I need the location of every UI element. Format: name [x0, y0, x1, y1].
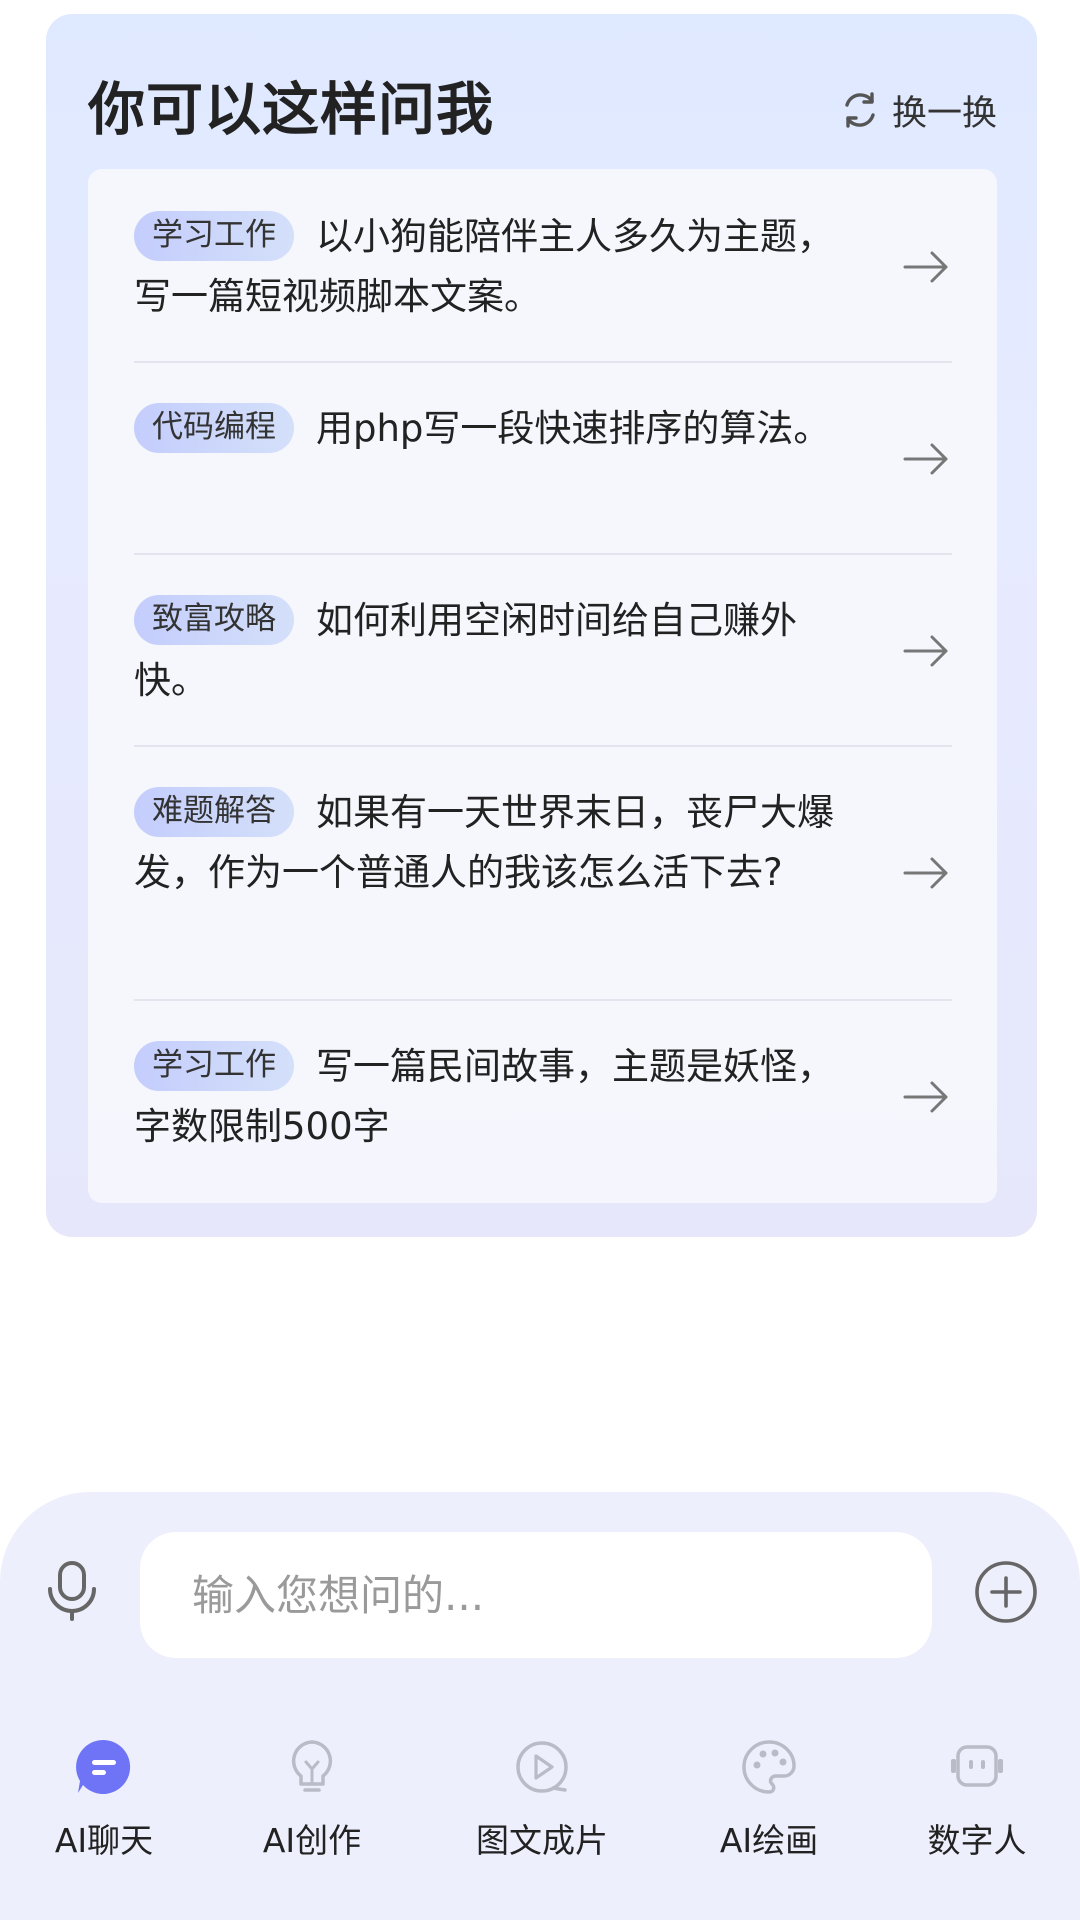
tab-label: AI创作 [262, 1821, 362, 1860]
chat-home-screen: 你可以这样问我 换一换 学习工作 以小狗能陪伴主人多久为主题，写一篇短视频脚本文案… [0, 0, 1080, 1920]
suggestion-tag: 致富攻略 [134, 595, 294, 645]
divider [134, 999, 952, 1001]
suggestion-text-block: 致富攻略 如何利用空闲时间给自己赚外快。 [134, 591, 854, 711]
suggestions-card: 你可以这样问我 换一换 学习工作 以小狗能陪伴主人多久为主题，写一篇短视频脚本文案… [46, 14, 1037, 1237]
add-button[interactable] [974, 1560, 1038, 1624]
tab-ai-painting[interactable]: AI绘画 [679, 1730, 859, 1870]
palette-icon [742, 1740, 796, 1794]
refresh-button[interactable]: 换一换 [838, 80, 997, 140]
refresh-label: 换一换 [891, 93, 997, 134]
suggestion-list: 学习工作 以小狗能陪伴主人多久为主题，写一篇短视频脚本文案。 代码编程 用php写一… [88, 169, 997, 1203]
arrow-right-icon [903, 251, 948, 283]
tab-label: AI绘画 [719, 1821, 819, 1860]
suggestion-text-block: 难题解答 如果有一天世界末日，丧尸大爆发，作为一个普通人的我该怎么活下去? [134, 783, 854, 903]
suggestion-text: 用php写一段快速排序的算法。 [316, 407, 831, 450]
tab-digital-human[interactable]: 数字人 [887, 1730, 1067, 1870]
suggestion-item[interactable]: 致富攻略 如何利用空闲时间给自己赚外快。 [134, 591, 952, 711]
arrow-right-icon [903, 1081, 948, 1113]
tab-label: AI聊天 [54, 1821, 154, 1860]
play-icon [516, 1741, 568, 1793]
microphone-icon[interactable] [44, 1560, 100, 1622]
tab-image-to-video[interactable]: 图文成片 [452, 1730, 632, 1870]
suggestion-tag: 学习工作 [134, 211, 294, 261]
suggestion-text-block: 代码编程 用php写一段快速排序的算法。 [134, 399, 854, 459]
arrow-right-icon [903, 857, 948, 889]
suggestion-item[interactable]: 代码编程 用php写一段快速排序的算法。 [134, 399, 952, 475]
robot-face-icon [951, 1745, 1003, 1787]
question-input[interactable] [140, 1532, 932, 1658]
suggestion-item[interactable]: 学习工作 写一篇民间故事，主题是妖怪，字数限制500字 [134, 1037, 952, 1157]
chat-bubble-icon [76, 1739, 131, 1794]
tab-ai-creation[interactable]: AI创作 [222, 1730, 402, 1870]
suggestion-item[interactable]: 难题解答 如果有一天世界末日，丧尸大爆发，作为一个普通人的我该怎么活下去? [134, 783, 952, 903]
suggestion-text-block: 学习工作 写一篇民间故事，主题是妖怪，字数限制500字 [134, 1037, 854, 1157]
suggestion-tag: 学习工作 [134, 1041, 294, 1091]
suggestion-item[interactable]: 学习工作 以小狗能陪伴主人多久为主题，写一篇短视频脚本文案。 [134, 207, 952, 327]
lightbulb-icon [291, 1740, 333, 1792]
divider [134, 745, 952, 747]
suggestions-title: 你可以这样问我 [88, 77, 494, 143]
divider [134, 553, 952, 555]
suggestion-tag: 难题解答 [134, 787, 294, 837]
suggestion-tag: 代码编程 [134, 403, 294, 453]
tab-label: 数字人 [927, 1821, 1027, 1860]
refresh-icon [845, 92, 875, 128]
arrow-right-icon [903, 635, 948, 667]
tab-label: 图文成片 [476, 1821, 608, 1860]
tab-ai-chat[interactable]: AI聊天 [14, 1730, 194, 1870]
arrow-right-icon [903, 443, 948, 475]
suggestion-text-block: 学习工作 以小狗能陪伴主人多久为主题，写一篇短视频脚本文案。 [134, 207, 854, 327]
bottom-tab-bar: AI聊天 AI创作 图文成片 AI绘画 数字人 [0, 1730, 1080, 1880]
suggestions-header: 你可以这样问我 换一换 [46, 14, 1037, 169]
divider [134, 361, 952, 363]
